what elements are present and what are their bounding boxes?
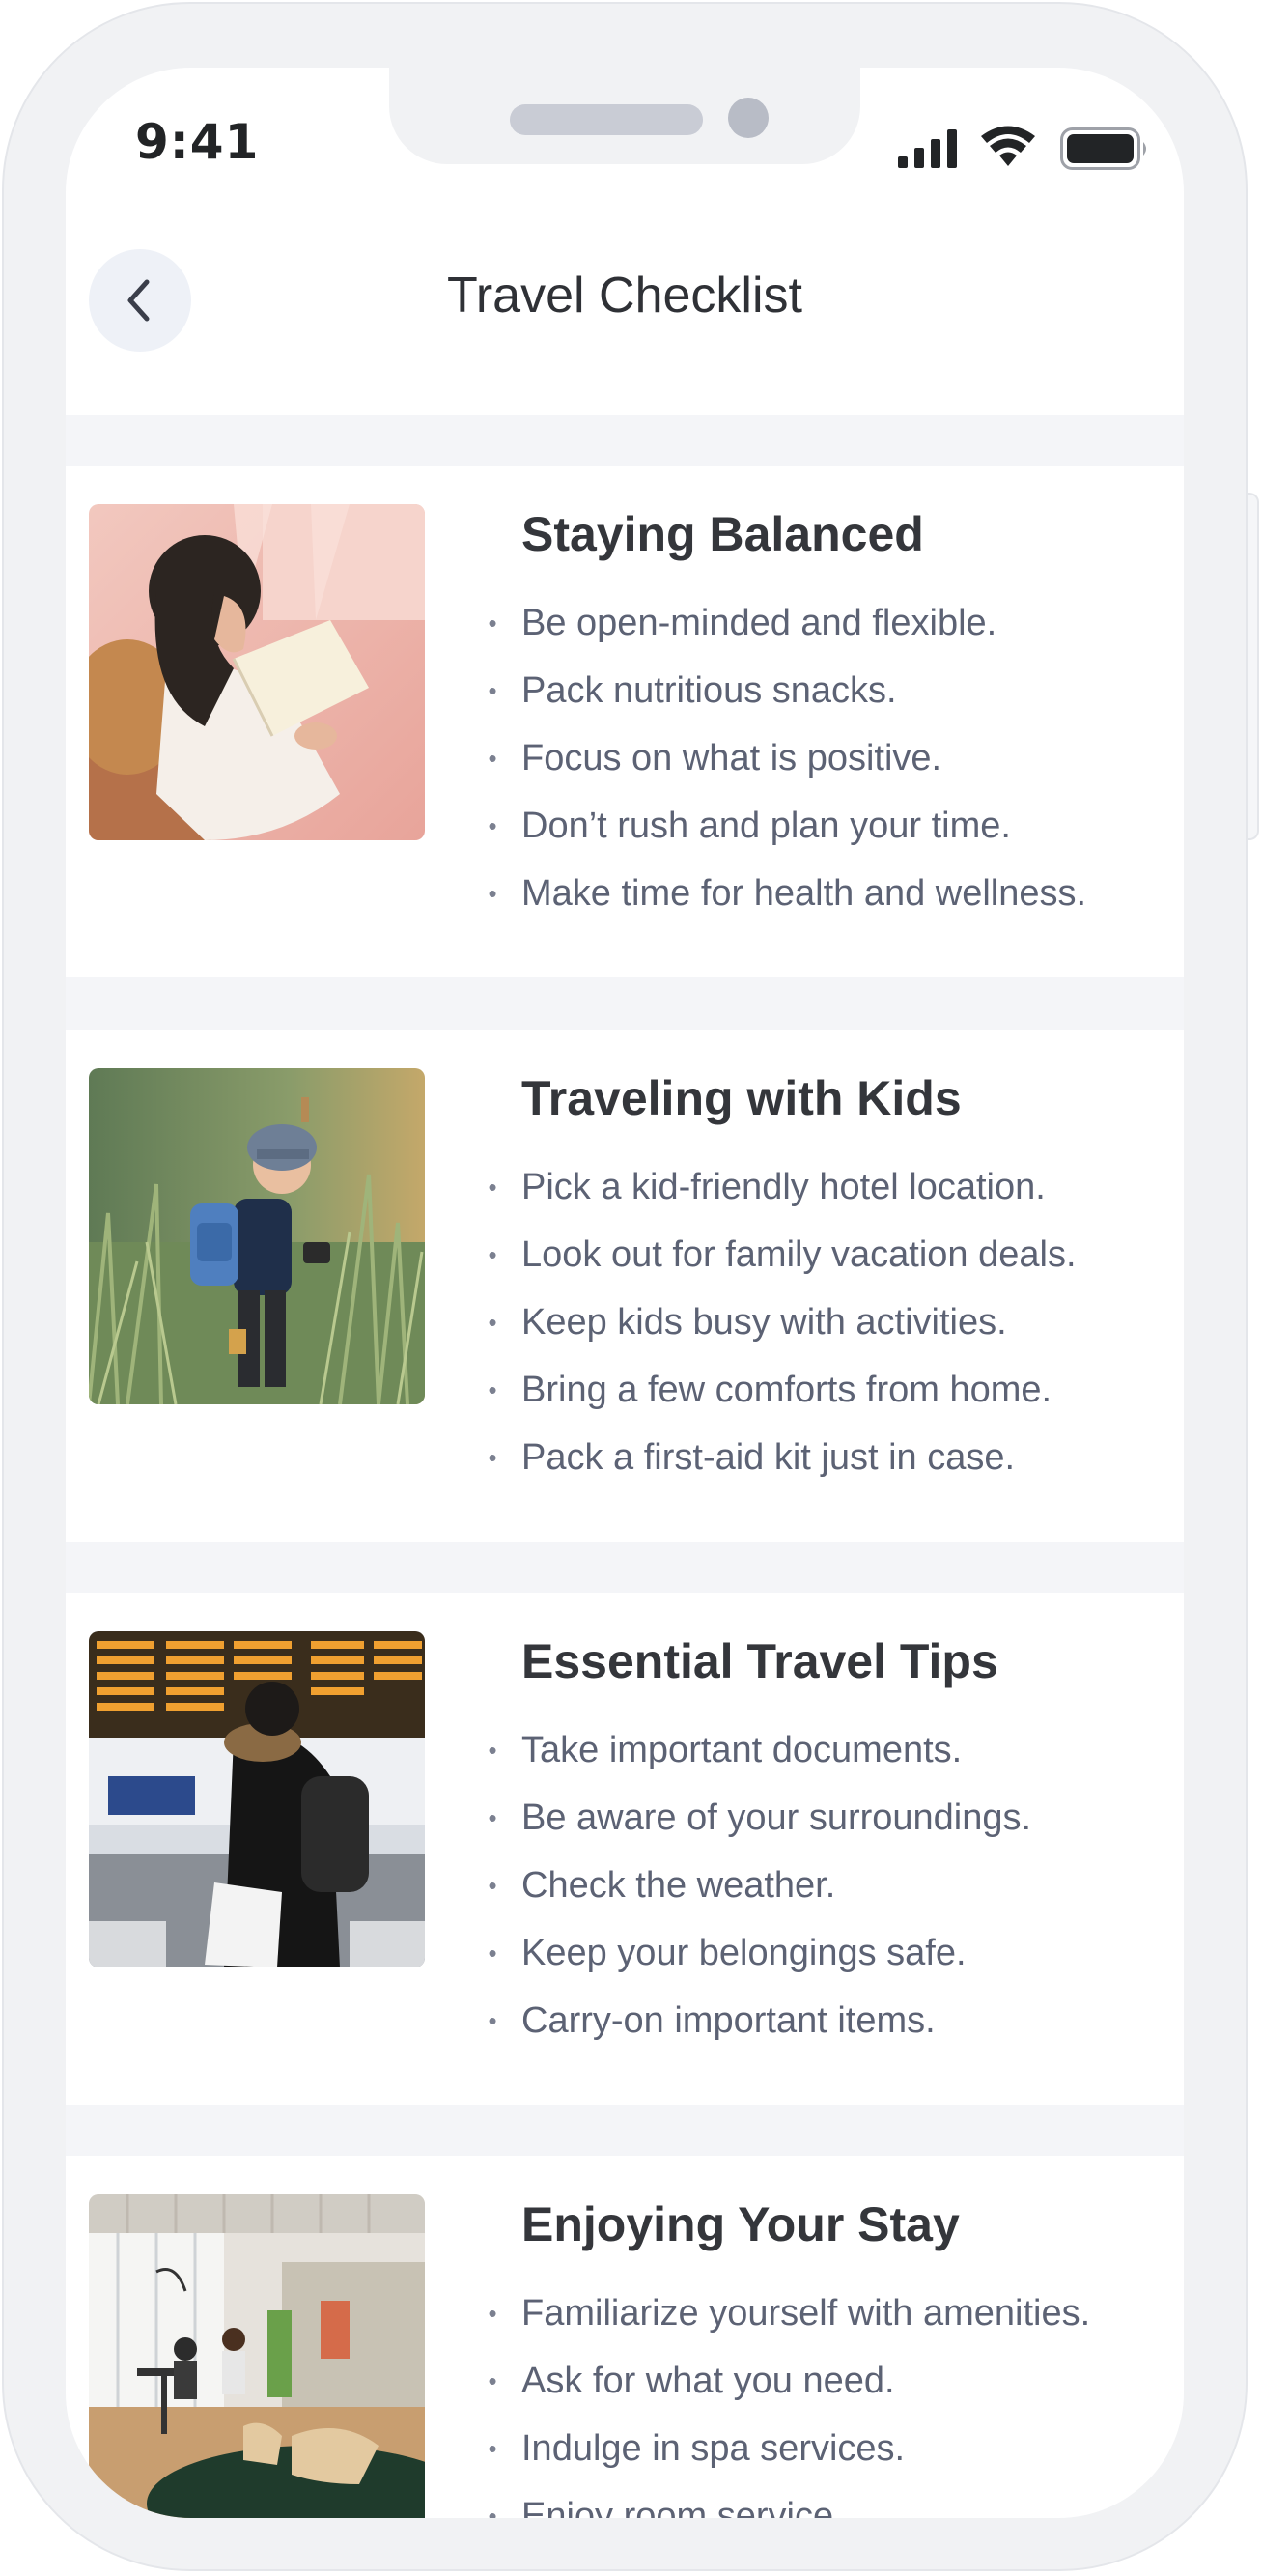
bullet-icon: • [488, 879, 497, 908]
list-item: • Focus on what is positive. [483, 724, 1086, 792]
bullet-icon: • [488, 1308, 497, 1337]
checklist-items: • Be open-minded and flexible. • Pack nutr… [483, 589, 1086, 927]
list-item-text: Keep your belongings safe. [521, 1933, 967, 1973]
bullet-icon: • [488, 2299, 497, 2328]
traveler-at-departure-board-image [89, 1631, 425, 1967]
hotel-lobby-image [89, 2194, 425, 2518]
list-item-text: Enjoy room service. [521, 2496, 844, 2518]
checklist-items: • Familiarize yourself with amenities. • A… [483, 2279, 1090, 2518]
page-title: Travel Checklist [447, 268, 802, 324]
list-item: • Enjoy room service. [483, 2482, 1090, 2518]
phone-screen: 9:41 Travel Checklist Staying Balanced •… [66, 68, 1184, 2518]
list-item: • Bring a few comforts from home. [483, 1356, 1077, 1424]
bullet-icon: • [488, 1173, 497, 1202]
card-title: Enjoying Your Stay [521, 2197, 960, 2251]
list-item-text: Look out for family vacation deals. [521, 1234, 1077, 1275]
list-item-text: Focus on what is positive. [521, 738, 942, 778]
card-title: Staying Balanced [521, 507, 924, 561]
front-camera [728, 98, 769, 138]
list-item-text: Don’t rush and plan your time. [521, 806, 1011, 846]
checklist-card-staying-balanced: Staying Balanced • Be open-minded and fle… [66, 466, 1184, 977]
bullet-icon: • [488, 1736, 497, 1765]
battery-icon [1060, 127, 1146, 170]
list-item-text: Keep kids busy with activities. [521, 1302, 1007, 1343]
list-item: • Look out for family vacation deals. [483, 1221, 1077, 1288]
list-item-text: Familiarize yourself with amenities. [521, 2293, 1091, 2334]
phone-side-button [1248, 493, 1259, 840]
bullet-icon: • [488, 811, 497, 840]
list-item: • Be aware of your surroundings. [483, 1784, 1031, 1852]
list-item-text: Bring a few comforts from home. [521, 1370, 1052, 1410]
wifi-icon [981, 126, 1035, 166]
bullet-icon: • [488, 1375, 497, 1404]
bullet-icon: • [488, 1803, 497, 1832]
bullet-icon: • [488, 609, 497, 637]
list-item: • Pack nutritious snacks. [483, 657, 1086, 724]
bullet-icon: • [488, 2006, 497, 2035]
list-item-text: Indulge in spa services. [521, 2428, 906, 2469]
list-item: • Don’t rush and plan your time. [483, 792, 1086, 860]
bullet-icon: • [488, 1871, 497, 1900]
bullet-icon: • [488, 2434, 497, 2463]
list-item-text: Carry-on important items. [521, 2000, 936, 2041]
bullet-icon: • [488, 2366, 497, 2395]
speaker-grille [510, 104, 703, 135]
list-item-text: Make time for health and wellness. [521, 873, 1087, 914]
list-item-text: Pack a first-aid kit just in case. [521, 1437, 1016, 1478]
list-item: • Pack a first-aid kit just in case. [483, 1424, 1077, 1491]
bullet-icon: • [488, 676, 497, 705]
checklist-items: • Pick a kid-friendly hotel location. • Lo… [483, 1153, 1077, 1491]
status-time: 9:41 [135, 114, 260, 170]
list-item-text: Be aware of your surroundings. [521, 1798, 1032, 1838]
bullet-icon: • [488, 1443, 497, 1472]
list-item: • Make time for health and wellness. [483, 860, 1086, 927]
checklist-items: • Take important documents. • Be aware of … [483, 1716, 1031, 2054]
checklist-card-essential-travel-tips: Essential Travel Tips • Take important do… [66, 1593, 1184, 2105]
card-title: Essential Travel Tips [521, 1634, 998, 1688]
child-with-backpack-in-field-image [89, 1068, 425, 1404]
list-item-text: Check the weather. [521, 1865, 836, 1906]
bullet-icon: • [488, 1939, 497, 1967]
checklist-card-enjoying-your-stay: Enjoying Your Stay • Familiarize yourself… [66, 2156, 1184, 2518]
list-item-text: Pack nutritious snacks. [521, 670, 897, 711]
list-item: • Be open-minded and flexible. [483, 589, 1086, 657]
list-item: • Indulge in spa services. [483, 2415, 1090, 2482]
list-item-text: Be open-minded and flexible. [521, 603, 997, 643]
bullet-icon: • [488, 2502, 497, 2518]
list-item-text: Ask for what you need. [521, 2361, 895, 2401]
card-title: Traveling with Kids [521, 1071, 962, 1125]
list-item: • Keep your belongings safe. [483, 1919, 1031, 1987]
list-item: • Check the weather. [483, 1852, 1031, 1919]
list-item-text: Pick a kid-friendly hotel location. [521, 1167, 1046, 1207]
woman-reading-book-image [89, 504, 425, 840]
list-item: • Keep kids busy with activities. [483, 1288, 1077, 1356]
bullet-icon: • [488, 744, 497, 773]
list-item: • Familiarize yourself with amenities. [483, 2279, 1090, 2347]
list-item-text: Take important documents. [521, 1730, 963, 1770]
list-item: • Carry-on important items. [483, 1987, 1031, 2054]
list-item: • Ask for what you need. [483, 2347, 1090, 2415]
signal-icon [898, 129, 957, 168]
bullet-icon: • [488, 1240, 497, 1269]
list-item: • Pick a kid-friendly hotel location. [483, 1153, 1077, 1221]
list-item: • Take important documents. [483, 1716, 1031, 1784]
checklist-card-traveling-with-kids: Traveling with Kids • Pick a kid-friendly… [66, 1030, 1184, 1542]
